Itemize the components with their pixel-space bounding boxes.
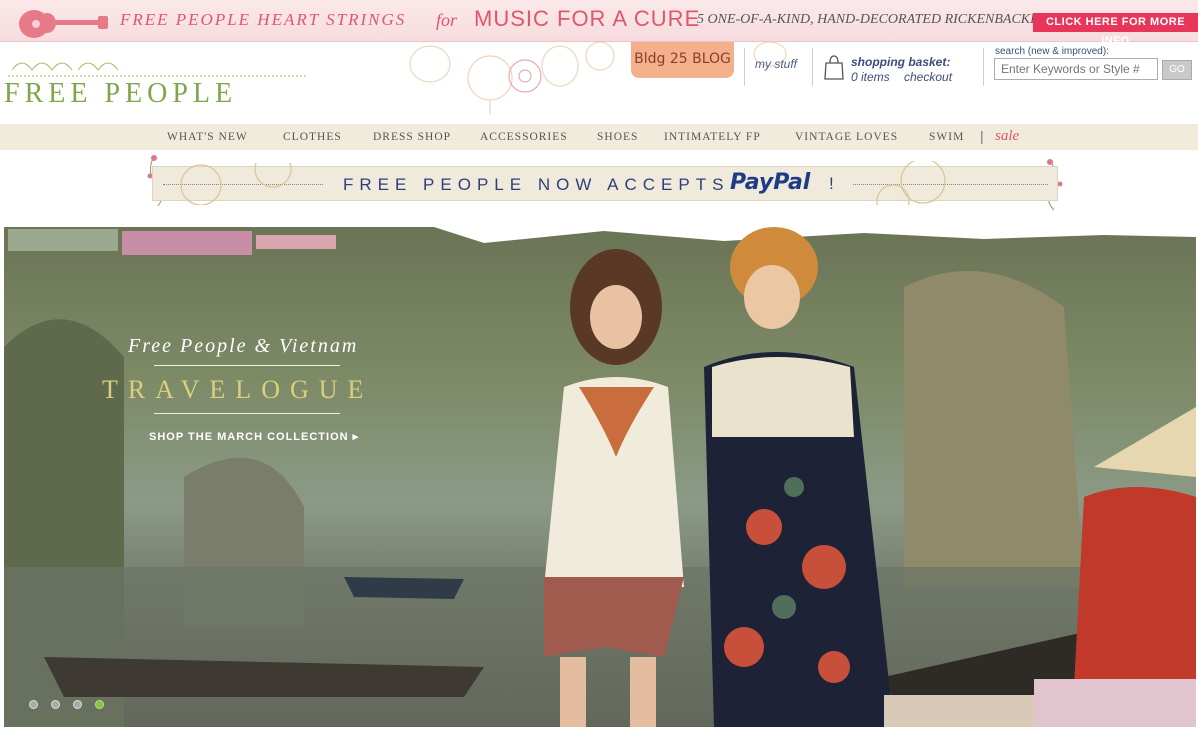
nav-shoes[interactable]: SHOES [597,131,638,143]
carousel-dot-2[interactable] [51,700,60,709]
nav-whats-new[interactable]: WHAT'S NEW [167,131,248,143]
leaf-ornament-icon [8,62,308,77]
paypal-logo: PayPal [730,170,811,195]
nav-accessories[interactable]: ACCESSORIES [480,131,568,143]
hero-rule [154,365,340,366]
hero-rule [154,413,340,414]
promo-title: FREE PEOPLE HEART STRINGS [120,10,407,29]
promo-for: for [436,10,458,30]
checkout-link[interactable]: checkout [904,70,952,84]
hero-subtitle: Free People & Vietnam [128,335,359,357]
hero-photo [4,227,1196,727]
nav-dress-shop[interactable]: DRESS SHOP [373,131,451,143]
more-info-button[interactable]: CLICK HERE FOR MORE INFO [1033,13,1198,47]
nav-vintage-loves[interactable]: VINTAGE LOVES [795,131,898,143]
promo-banner[interactable]: FREE PEOPLE HEART STRINGS for MUSIC FOR … [0,0,1198,47]
shopping-bag-icon [824,55,844,80]
nav-swim[interactable]: SWIM [929,131,964,143]
search-input[interactable] [994,58,1158,80]
search-go-button[interactable]: GO [1162,60,1192,80]
basket-count: 0 items [851,70,890,84]
guitar-icon [19,10,108,38]
my-stuff-link[interactable]: my stuff [755,57,797,71]
nav-clothes[interactable]: CLOTHES [283,131,342,143]
site-header: FREE PEOPLE Bldg 25 BLOG my stuff shoppi… [0,42,1198,124]
paypal-banner[interactable]: FREE PEOPLE NOW ACCEPTS PayPal ! [152,161,1058,205]
paypal-exclaim: ! [829,174,834,193]
shop-march-collection-link[interactable]: SHOP THE MARCH COLLECTION ▸ [149,430,359,443]
site-logo[interactable]: FREE PEOPLE [4,78,237,110]
header-divider [812,48,813,86]
lantern-decoration-icon [409,42,787,114]
hero-carousel[interactable]: Free People & Vietnam TRAVELOGUE SHOP TH… [4,227,1196,727]
header-divider [983,48,984,86]
search-label: search (new & improved): [995,46,1109,57]
circle-ornament-icon [180,163,292,205]
header-divider [744,48,745,86]
nav-sale[interactable]: sale [995,128,1019,145]
carousel-dot-1[interactable] [29,700,38,709]
carousel-dot-3[interactable] [73,700,82,709]
main-nav: WHAT'S NEW CLOTHES DRESS SHOP ACCESSORIE… [0,124,1198,150]
paypal-text: FREE PEOPLE NOW ACCEPTS [343,175,730,194]
promo-cure: MUSIC FOR A CURE [474,6,701,31]
hero-title[interactable]: TRAVELOGUE [102,375,373,405]
nav-intimately-fp[interactable]: INTIMATELY FP [664,131,761,143]
blog-link[interactable]: Bldg 25 BLOG [631,42,734,78]
basket-title: shopping basket: [851,55,951,69]
nav-separator: | [980,128,984,144]
carousel-dot-4[interactable] [95,700,104,709]
circle-ornament-icon [876,161,946,205]
